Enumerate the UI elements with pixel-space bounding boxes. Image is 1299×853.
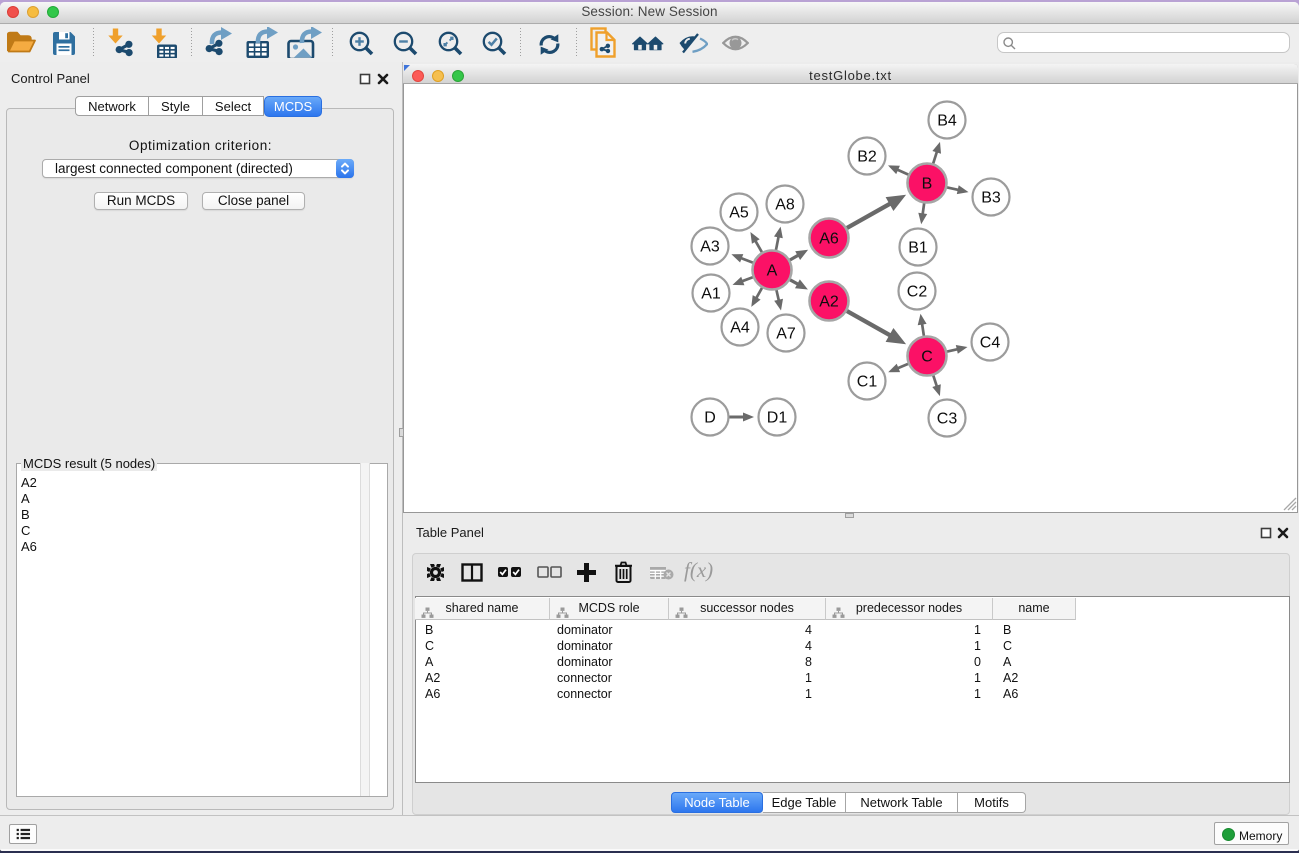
svg-text:A1: A1 xyxy=(701,286,721,303)
svg-text:A6: A6 xyxy=(819,231,839,248)
svg-text:B4: B4 xyxy=(937,113,957,130)
svg-text:B3: B3 xyxy=(981,190,1001,207)
svg-text:D: D xyxy=(704,410,716,427)
svg-text:B: B xyxy=(922,176,933,193)
svg-text:A3: A3 xyxy=(700,239,720,256)
svg-text:C3: C3 xyxy=(937,411,958,428)
svg-text:A4: A4 xyxy=(730,320,750,337)
svg-text:C4: C4 xyxy=(980,335,1001,352)
svg-text:B2: B2 xyxy=(857,149,877,166)
svg-text:A8: A8 xyxy=(775,197,795,214)
svg-text:C2: C2 xyxy=(907,284,928,301)
svg-text:A7: A7 xyxy=(776,326,796,343)
svg-text:A2: A2 xyxy=(819,294,839,311)
svg-text:C1: C1 xyxy=(857,374,878,391)
svg-text:B1: B1 xyxy=(908,240,928,257)
svg-text:A5: A5 xyxy=(729,205,749,222)
svg-text:A: A xyxy=(767,263,778,280)
svg-text:C: C xyxy=(921,349,933,366)
svg-text:D1: D1 xyxy=(767,410,788,427)
